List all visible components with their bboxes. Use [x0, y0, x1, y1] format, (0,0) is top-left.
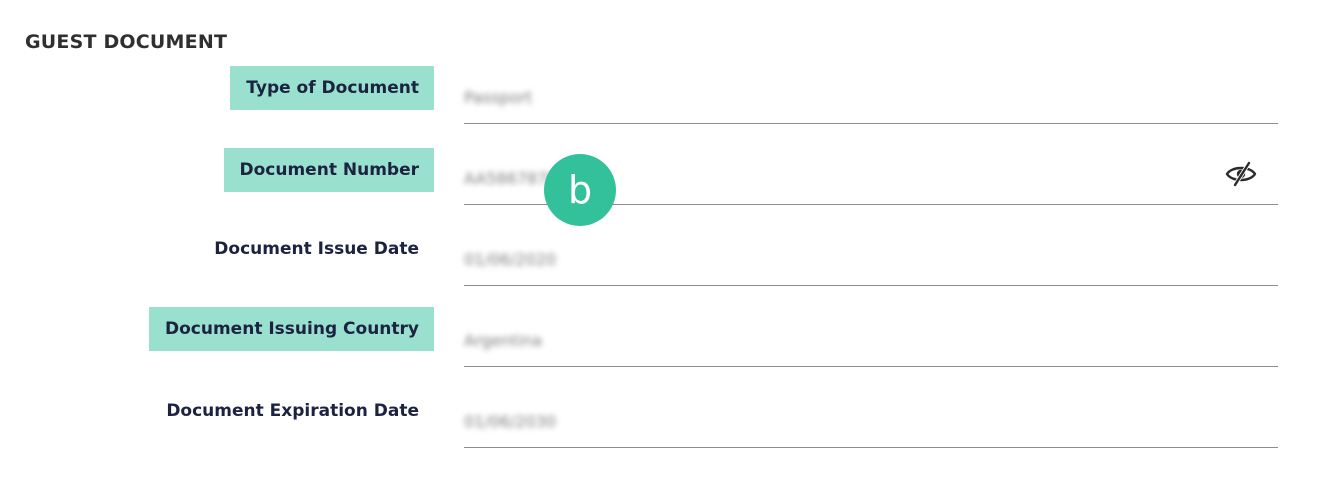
type-of-document-label: Type of Document [230, 66, 434, 110]
document-number-label: Document Number [223, 148, 434, 192]
document-issue-date-field[interactable]: 01/06/2020 [464, 230, 1278, 286]
type-of-document-value: Passport [464, 88, 533, 107]
document-expiration-date-field[interactable]: 01/06/2030 [464, 392, 1278, 448]
document-issuing-country-field[interactable]: Argentina [464, 311, 1278, 367]
eye-slash-icon[interactable] [1224, 159, 1258, 189]
document-issue-date-label: Document Issue Date [214, 239, 419, 259]
document-issuing-country-label: Document Issuing Country [149, 307, 434, 351]
document-issue-date-value: 01/06/2020 [464, 250, 557, 269]
section-title: GUEST DOCUMENT [25, 31, 228, 53]
document-expiration-date-label: Document Expiration Date [166, 401, 419, 421]
marker-badge: b [544, 154, 616, 226]
document-expiration-date-value: 01/06/2030 [464, 412, 557, 431]
document-issuing-country-value: Argentina [464, 331, 543, 350]
type-of-document-field[interactable]: Passport [464, 68, 1278, 124]
